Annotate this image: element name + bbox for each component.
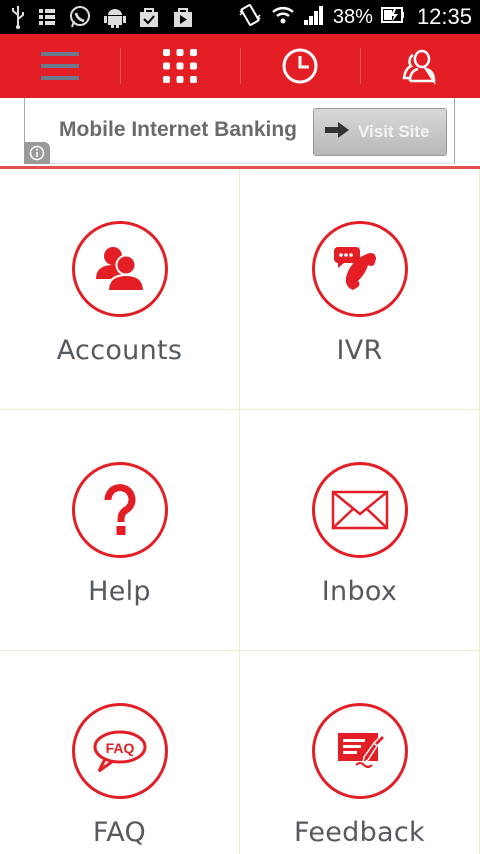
system-icons: 38% 12:35: [237, 0, 472, 34]
play-store-icon: [172, 5, 194, 29]
phone-chat-icon: [311, 221, 408, 317]
question-icon: [71, 462, 168, 558]
usb-icon: [10, 5, 26, 29]
apps-button[interactable]: [120, 34, 240, 98]
bars-icon: [38, 6, 56, 28]
vibrate-icon: [237, 3, 263, 31]
top-toolbar: [0, 34, 480, 98]
menu-button[interactable]: [0, 34, 120, 98]
signal-icon: [303, 4, 325, 30]
tile-label: FAQ: [92, 817, 147, 848]
whatsapp-icon: [68, 5, 92, 29]
clock-icon: [281, 47, 319, 85]
arrow-right-icon: [324, 120, 350, 144]
ad-title: Mobile Internet Banking: [59, 118, 298, 141]
status-bar: 38% 12:35: [0, 0, 480, 34]
tile-faq[interactable]: FAQ FAQ: [0, 651, 240, 854]
tile-ivr[interactable]: IVR: [240, 169, 480, 410]
faq-bubble-icon: FAQ: [71, 703, 168, 799]
tile-label: Inbox: [321, 576, 398, 607]
profile-button[interactable]: [360, 34, 480, 98]
envelope-icon: [311, 462, 408, 558]
tile-feedback[interactable]: Feedback: [240, 651, 480, 854]
tile-label: IVR: [336, 335, 383, 366]
tile-label: Feedback: [294, 817, 425, 848]
visit-site-label: Visit Site: [358, 122, 430, 141]
tile-label: Accounts: [56, 335, 183, 366]
accounts-users-icon: [71, 221, 168, 317]
notification-icons: [10, 4, 194, 30]
battery-percent: 38%: [332, 5, 373, 28]
tile-accounts[interactable]: Accounts: [0, 169, 240, 410]
tile-label: Help: [88, 576, 151, 607]
visit-site-button[interactable]: Visit Site: [313, 108, 447, 156]
hamburger-menu-icon: [41, 48, 79, 84]
users-icon: [400, 47, 440, 85]
svg-text:FAQ: FAQ: [105, 740, 134, 756]
grid-dots-icon: [161, 47, 199, 85]
bag-check-icon: [138, 5, 160, 29]
tile-inbox[interactable]: Inbox: [240, 410, 480, 651]
wifi-icon: [271, 4, 295, 30]
ad-banner[interactable]: Mobile Internet Banking Visit Site: [24, 98, 455, 164]
clock-time: 12:35: [416, 4, 472, 29]
history-button[interactable]: [240, 34, 360, 98]
battery-icon: [380, 5, 405, 29]
android-icon: [104, 5, 126, 29]
info-icon[interactable]: [24, 142, 50, 164]
feedback-form-icon: [311, 703, 408, 799]
menu-grid: Accounts IVR Help Inbox FAQ FAQ Feedback: [0, 169, 480, 854]
tile-help[interactable]: Help: [0, 410, 240, 651]
